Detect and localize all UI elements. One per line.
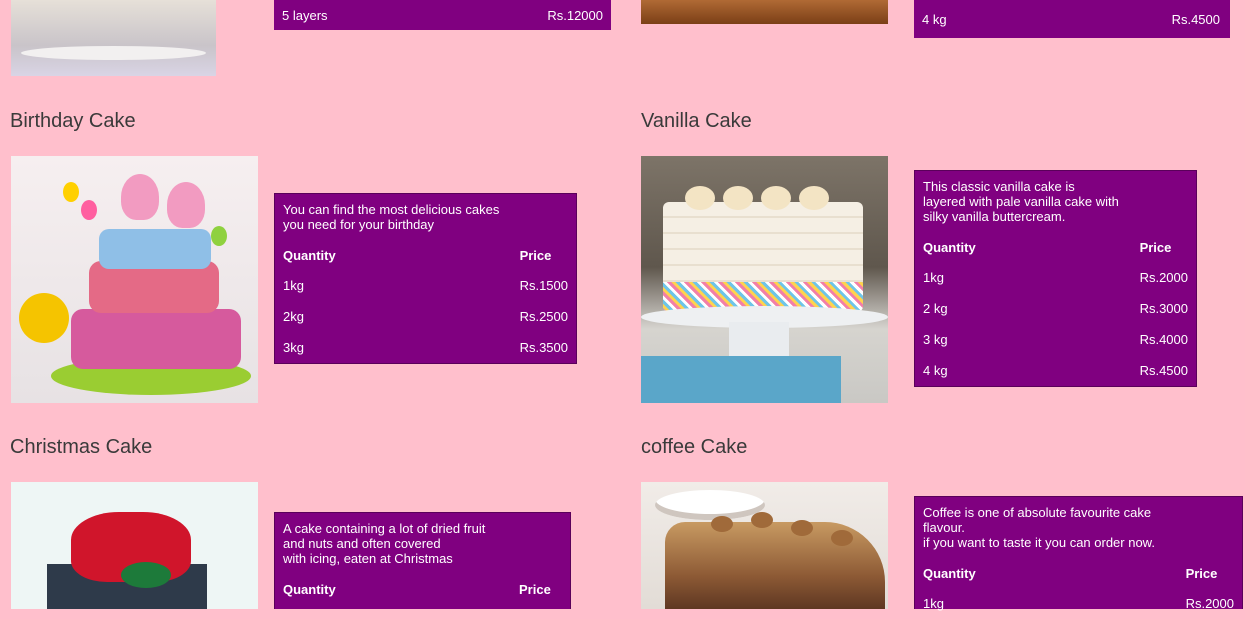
- holly-leaf: [121, 562, 171, 588]
- walnut: [751, 512, 773, 528]
- walnut: [791, 520, 813, 536]
- cake-tier-3: [99, 229, 211, 269]
- quantity-cell: 4 kg: [923, 363, 948, 378]
- price-table: Quantity Price 1kg Rs.2000: [915, 558, 1242, 619]
- quantity-header: Quantity: [283, 581, 336, 597]
- quantity-header: Quantity: [283, 247, 336, 263]
- birthday-cake-image: [11, 156, 258, 403]
- price-cell: Rs.3500: [519, 340, 568, 355]
- wedding-cake-image: [11, 0, 216, 76]
- quantity-cell: 2kg: [283, 309, 304, 324]
- coffee-cake-info: Coffee is one of absolute favourite cake…: [914, 496, 1243, 611]
- balloon: [63, 182, 79, 202]
- price-table-header: Quantity Price: [275, 240, 576, 270]
- frosting: [799, 186, 829, 210]
- description-line: layered with pale vanilla cake with: [923, 194, 1119, 209]
- balloon: [81, 200, 97, 220]
- cake-description: A cake containing a lot of dried fruit a…: [275, 513, 570, 566]
- walnut: [711, 516, 733, 532]
- table-row: 2kg Rs.2500: [275, 301, 576, 332]
- chocolate-cake-image: [641, 0, 888, 24]
- price-cell: Rs.2500: [519, 309, 568, 324]
- quantity-cell: 1kg: [923, 596, 944, 611]
- cake-title-christmas: Christmas Cake: [10, 436, 153, 458]
- cake-description: You can find the most delicious cakes yo…: [275, 194, 576, 232]
- cake-title-vanilla: Vanilla Cake: [641, 110, 752, 132]
- vanilla-cake-info: This classic vanilla cake is layered wit…: [914, 170, 1197, 387]
- quantity-header: Quantity: [923, 239, 976, 255]
- sun-decoration: [19, 293, 69, 343]
- top-right-price-bar: 4 kg Rs.4500: [914, 0, 1230, 38]
- description-line: flavour.: [923, 520, 965, 535]
- coffee-cup: [655, 490, 765, 520]
- description-line: silky vanilla buttercream.: [923, 209, 1066, 224]
- price-table: Quantity Price 1kg Rs.2000 2 kg Rs.3000 …: [915, 232, 1196, 386]
- price-cell: Rs.4500: [1139, 363, 1188, 378]
- price-table-header: Quantity Price: [275, 574, 570, 604]
- description-line: with icing, eaten at Christmas: [283, 551, 453, 566]
- pig-figure: [167, 182, 205, 228]
- description-line: and nuts and often covered: [283, 536, 441, 551]
- frosting: [723, 186, 753, 210]
- price-table: Quantity Price 1kg Rs.1500 2kg Rs.2500 3…: [275, 240, 576, 363]
- table-row: 1kg Rs.1500: [275, 270, 576, 301]
- description-line: Coffee is one of absolute favourite cake: [923, 505, 1152, 520]
- frosting: [685, 186, 715, 210]
- cake-plate: [21, 46, 206, 60]
- cake-tier-1: [71, 309, 241, 369]
- price-table: Quantity Price: [275, 574, 570, 604]
- christmas-cake-info: A cake containing a lot of dried fruit a…: [274, 512, 571, 609]
- cake-description: This classic vanilla cake is layered wit…: [915, 171, 1196, 224]
- quantity-cell: 3kg: [283, 340, 304, 355]
- quantity-cell: 2 kg: [923, 301, 948, 316]
- price-table-header: Quantity Price: [915, 558, 1242, 588]
- top-right-price: Rs.4500: [1171, 11, 1220, 27]
- price-header: Price: [1185, 565, 1218, 581]
- christmas-cake-image: [11, 482, 258, 609]
- price-cell: Rs.3000: [1139, 301, 1188, 316]
- cake-title-birthday: Birthday Cake: [10, 110, 136, 132]
- pig-figure: [121, 174, 159, 220]
- price-table-header: Quantity Price: [915, 232, 1196, 262]
- table-row: 4 kg Rs.4500: [915, 355, 1196, 386]
- frosting: [761, 186, 791, 210]
- walnut: [831, 530, 853, 546]
- description-line: A cake containing a lot of dried fruit: [283, 521, 486, 536]
- top-right-quantity: 4 kg: [922, 11, 947, 27]
- price-cell: Rs.2000: [1139, 270, 1188, 285]
- price-header: Price: [519, 247, 552, 263]
- balloon: [211, 226, 227, 246]
- quantity-cell: 3 kg: [923, 332, 948, 347]
- napkin: [641, 356, 841, 403]
- price-header: Price: [1139, 239, 1172, 255]
- description-line: you need for your birthday: [283, 217, 435, 232]
- price-header: Price: [519, 581, 551, 597]
- description-line: You can find the most delicious cakes: [283, 202, 500, 217]
- description-line: This classic vanilla cake is: [923, 179, 1075, 194]
- table-row: 2 kg Rs.3000: [915, 293, 1196, 324]
- table-row: 3 kg Rs.4000: [915, 324, 1196, 355]
- price-cell: Rs.2000: [1185, 596, 1234, 611]
- cake-title-coffee: coffee Cake: [641, 436, 748, 458]
- table-row: 3kg Rs.3500: [275, 332, 576, 363]
- description-line: if you want to taste it you can order no…: [923, 535, 1155, 550]
- price-cell: Rs.1500: [519, 278, 568, 293]
- quantity-cell: 1kg: [283, 278, 304, 293]
- table-row: 1kg Rs.2000: [915, 262, 1196, 293]
- quantity-header: Quantity: [923, 565, 976, 581]
- top-left-price: Rs.12000: [547, 7, 603, 23]
- vanilla-cake-image: [641, 156, 888, 403]
- top-left-price-bar: 5 layers Rs.12000: [274, 0, 611, 30]
- birthday-cake-info: You can find the most delicious cakes yo…: [274, 193, 577, 364]
- coffee-cake-image: [641, 482, 888, 609]
- quantity-cell: 1kg: [923, 270, 944, 285]
- table-row: 1kg Rs.2000: [915, 588, 1242, 619]
- price-cell: Rs.4000: [1139, 332, 1188, 347]
- top-left-quantity: 5 layers: [282, 7, 328, 23]
- cake-description: Coffee is one of absolute favourite cake…: [915, 497, 1242, 550]
